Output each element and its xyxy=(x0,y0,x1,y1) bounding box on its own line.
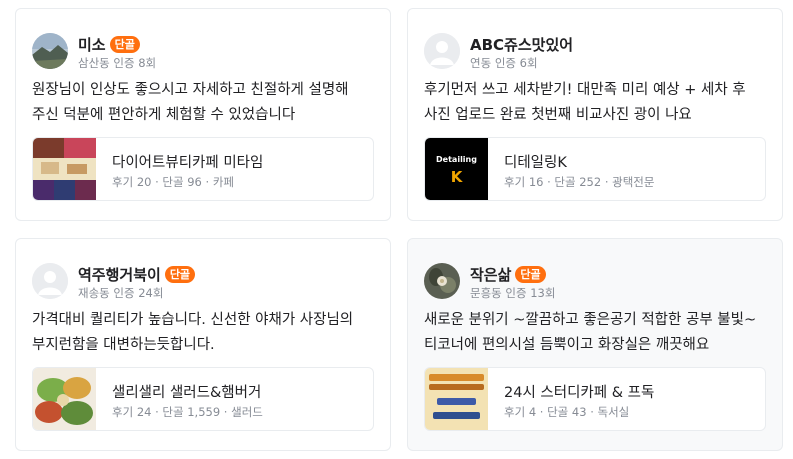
review-card[interactable]: 역주행거북이 단골 재송동 인증 24회 가격대비 퀄리티가 높습니다. 신선한 … xyxy=(15,238,391,451)
thumb-logo-text: Detailing xyxy=(436,155,477,164)
regular-badge: 단골 xyxy=(164,266,196,283)
review-text[interactable]: 가격대비 퀄리티가 높습니다. 신선한 야채가 사장님의 부지런함을 대변하는듯… xyxy=(32,308,378,358)
review-card[interactable]: ABC쥬스맛있어 연동 인증 6회 후기먼저 쓰고 세차받기! 대만족 미리 예… xyxy=(407,8,783,221)
store-meta: 후기 24 · 단골 1,559 · 샐러드 xyxy=(112,405,263,419)
user-location-auth: 문흥동 인증 13회 xyxy=(470,286,556,300)
store-meta: 후기 20 · 단골 96 · 카페 xyxy=(112,175,234,189)
user-nickname[interactable]: 미소 단골 xyxy=(78,34,140,55)
user-avatar-default[interactable] xyxy=(32,263,68,299)
store-thumbnail: Detailing K xyxy=(425,138,488,200)
review-card[interactable]: 미소 단골 삼산동 인증 8회 원장님이 인상도 좋으시고 자세하고 친절하게 설… xyxy=(15,8,391,221)
user-nickname[interactable]: 작은삶 단골 xyxy=(470,264,546,285)
review-text[interactable]: 원장님이 인상도 좋으시고 자세하고 친절하게 설명해 주신 덕분에 편안하게 … xyxy=(32,78,378,128)
store-thumbnail xyxy=(33,368,96,430)
store-card[interactable]: 샐리샐리 샐러드&햄버거 후기 24 · 단골 1,559 · 샐러드 xyxy=(32,367,374,431)
store-name: 디테일링K xyxy=(504,155,567,171)
review-text[interactable]: 새로운 분위기 ~깔끔하고 좋은공기 적합한 공부 불빛~ 티코너에 편의시설 … xyxy=(424,308,770,358)
user-avatar[interactable] xyxy=(32,33,68,69)
user-nickname[interactable]: 역주행거북이 단골 xyxy=(78,264,196,285)
regular-badge: 단골 xyxy=(515,266,546,283)
thumb-logo-letter: K xyxy=(451,168,464,186)
user-location-auth: 삼산동 인증 8회 xyxy=(78,56,157,70)
review-card[interactable]: 작은삶 단골 문흥동 인증 13회 새로운 분위기 ~깔끔하고 좋은공기 적합한 … xyxy=(407,238,783,451)
store-card[interactable]: 24시 스터디카페 & 프독 후기 4 · 단골 43 · 독서실 xyxy=(424,367,766,431)
store-thumbnail xyxy=(425,368,488,430)
user-location-auth: 연동 인증 6회 xyxy=(470,56,538,70)
store-name: 다이어트뷰티카페 미타임 xyxy=(112,155,264,171)
user-avatar[interactable] xyxy=(424,263,460,299)
user-avatar-default[interactable] xyxy=(424,33,460,69)
review-text[interactable]: 후기먼저 쓰고 세차받기! 대만족 미리 예상 + 세차 후 사진 업로드 완료… xyxy=(424,78,770,128)
store-thumbnail xyxy=(33,138,96,200)
store-card[interactable]: Detailing K 디테일링K 후기 16 · 단골 252 · 광택전문 xyxy=(424,137,766,201)
store-name: 24시 스터디카페 & 프독 xyxy=(504,385,655,401)
user-nickname[interactable]: ABC쥬스맛있어 xyxy=(470,34,573,55)
user-location-auth: 재송동 인증 24회 xyxy=(78,286,164,300)
store-meta: 후기 16 · 단골 252 · 광택전문 xyxy=(504,175,655,189)
store-name: 샐리샐리 샐러드&햄버거 xyxy=(112,385,262,401)
store-card[interactable]: 다이어트뷰티카페 미타임 후기 20 · 단골 96 · 카페 xyxy=(32,137,374,201)
regular-badge: 단골 xyxy=(109,36,140,53)
store-meta: 후기 4 · 단골 43 · 독서실 xyxy=(504,405,630,419)
